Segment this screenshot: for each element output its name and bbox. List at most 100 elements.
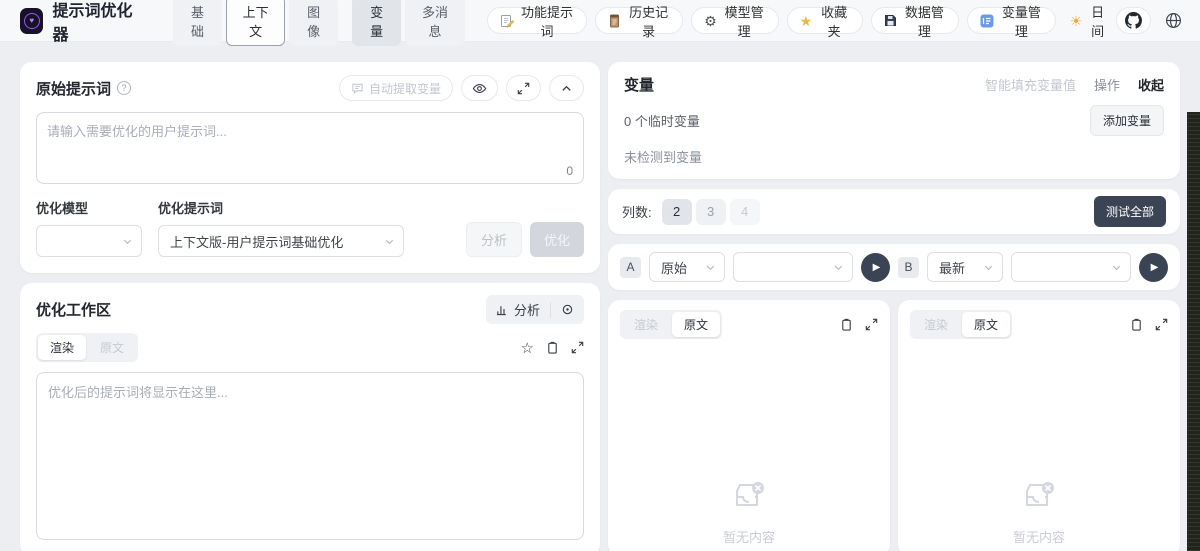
panel-a-view-tabs: 渲染 原文 (620, 310, 723, 339)
empty-text: 暂无内容 (722, 530, 775, 545)
mode-switch: 基础 上下文 图像 (173, 0, 339, 46)
function-prompts-button[interactable]: 功能提示词 (486, 5, 588, 39)
original-prompt-title: 原始提示词 ? (36, 78, 132, 99)
play-icon: ▶ (872, 261, 881, 273)
variables-card: 变量 智能填充变量值 操作 收起 0 个临时变量 添加变量 未检测到变量 (608, 62, 1180, 179)
original-prompt-input-box: 0 (36, 112, 584, 184)
tab-source[interactable]: 原文 (88, 335, 136, 360)
empty-inbox-icon (729, 477, 769, 517)
add-variable-button[interactable]: 添加变量 (1089, 105, 1164, 136)
workspace-settings-button[interactable] (551, 298, 584, 321)
badge-b: B (898, 256, 919, 278)
favorites-button[interactable]: ★ 收藏夹 (786, 5, 863, 39)
empty-state: 暂无内容 (910, 339, 1168, 546)
compare-slot-b: B 最新 ▶ (898, 252, 1168, 282)
chevron-down-icon (833, 262, 844, 273)
analyze-button[interactable]: 分析 (465, 222, 522, 257)
optimize-model-select[interactable] (36, 225, 142, 257)
favorite-star-icon[interactable]: ☆ (521, 339, 534, 357)
tab-source[interactable]: 原文 (962, 312, 1011, 337)
tab-image[interactable]: 图像 (289, 0, 339, 46)
workspace-title: 优化工作区 (36, 302, 112, 319)
workspace-analyze-button[interactable]: 分析 (486, 295, 550, 324)
columns-options: 2 3 4 (661, 198, 760, 225)
copy-icon[interactable] (546, 341, 559, 355)
app-title: 提示词优化器 (52, 2, 133, 44)
play-icon: ▶ (1150, 261, 1159, 273)
columns-option-4[interactable]: 4 (729, 198, 760, 225)
test-all-button[interactable]: 测试全部 (1093, 196, 1166, 227)
desktop-edge (1187, 112, 1200, 551)
language-button[interactable] (1165, 12, 1182, 29)
globe-icon (1165, 12, 1182, 29)
variable-actions-button[interactable]: 操作 (1094, 75, 1120, 94)
data-management-button[interactable]: 数据管理 (870, 5, 959, 39)
expand-icon[interactable] (865, 318, 878, 331)
auto-extract-variables-button[interactable]: 自动提取变量 (338, 75, 453, 101)
workspace-view-tabs: 渲染 原文 (36, 333, 139, 362)
tab-render[interactable]: 渲染 (622, 312, 670, 337)
tab-render[interactable]: 渲染 (912, 312, 960, 337)
help-icon[interactable]: ? (117, 81, 132, 95)
github-button[interactable] (1115, 7, 1151, 34)
tab-basic[interactable]: 基础 (173, 0, 222, 46)
chevron-down-icon (122, 236, 133, 247)
tab-source[interactable]: 原文 (672, 312, 721, 337)
optimize-model-label: 优化模型 (36, 201, 89, 216)
star-icon: ★ (799, 12, 813, 29)
optimize-template-select[interactable]: 上下文版-用户提示词基础优化 (158, 225, 404, 257)
chevron-down-icon (983, 262, 994, 273)
result-panel-a: 渲染 原文 暂无内容 (608, 300, 890, 551)
preview-eye-button[interactable] (461, 75, 498, 101)
eye-icon (472, 81, 487, 96)
input-numbers-icon (980, 14, 994, 28)
no-variables-text: 未检测到变量 (624, 150, 703, 165)
tab-context[interactable]: 上下文 (225, 0, 286, 46)
smart-fill-button[interactable]: 智能填充变量值 (985, 75, 1076, 94)
model-select-b[interactable] (1011, 252, 1131, 282)
github-icon (1124, 12, 1142, 29)
memo-pencil-icon (500, 14, 514, 28)
badge-a: A (620, 256, 641, 278)
expand-icon[interactable] (1155, 318, 1168, 331)
original-prompt-card: 原始提示词 ? 自动提取变量 请输入需要优化的用户提示词... 0 优化模型 优… (20, 62, 600, 273)
fullscreen-button[interactable] (506, 75, 541, 101)
app-logo: ♥ (20, 7, 44, 34)
model-select-a[interactable] (733, 252, 853, 282)
gear-icon: ⚙ (704, 12, 717, 29)
chevron-down-icon (705, 262, 716, 273)
bar-chart-icon (496, 303, 509, 316)
original-prompt-textarea[interactable] (47, 121, 573, 161)
aim-circle-icon (561, 303, 574, 316)
content-mode-switch: 变量 多消息 (352, 0, 465, 46)
tab-render[interactable]: 渲染 (38, 335, 87, 360)
main-content: 原始提示词 ? 自动提取变量 请输入需要优化的用户提示词... 0 优化模型 优… (0, 42, 1200, 551)
workspace-textarea[interactable] (48, 382, 572, 530)
compare-controls-card: A 原始 ▶ B 最新 ▶ (608, 244, 1180, 290)
columns-option-3[interactable]: 3 (695, 198, 726, 225)
history-button[interactable]: 历史记录 (595, 5, 684, 39)
app-header: ♥ 提示词优化器 基础 上下文 图像 变量 多消息 功能提示词 历史记录 ⚙ 模… (0, 0, 1200, 46)
result-panel-b: 渲染 原文 暂无内容 (898, 300, 1180, 551)
version-select-a[interactable]: 原始 (649, 252, 725, 282)
model-management-button[interactable]: ⚙ 模型管理 (691, 5, 779, 39)
columns-option-2[interactable]: 2 (661, 198, 692, 225)
run-a-button[interactable]: ▶ (861, 252, 890, 282)
expand-icon[interactable] (571, 341, 584, 354)
copy-icon[interactable] (840, 318, 853, 332)
columns-card: 列数: 2 3 4 测试全部 (608, 189, 1180, 234)
run-b-button[interactable]: ▶ (1139, 252, 1168, 282)
copy-icon[interactable] (1130, 318, 1143, 332)
sun-icon: ☀ (1069, 12, 1083, 29)
heart-icon: ♥ (23, 12, 40, 29)
collapse-section-button[interactable] (549, 75, 584, 101)
tab-multimessage[interactable]: 多消息 (405, 0, 465, 46)
theme-toggle-button[interactable]: ☀ 日间 (1070, 2, 1108, 40)
tab-variables[interactable]: 变量 (352, 0, 402, 46)
collapse-variables-button[interactable]: 收起 (1138, 75, 1164, 94)
empty-inbox-icon (1019, 477, 1059, 517)
variable-management-button[interactable]: 变量管理 (966, 5, 1056, 39)
optimize-button[interactable]: 优化 (529, 222, 584, 257)
version-select-b[interactable]: 最新 (927, 252, 1003, 282)
columns-label: 列数: (622, 205, 652, 220)
